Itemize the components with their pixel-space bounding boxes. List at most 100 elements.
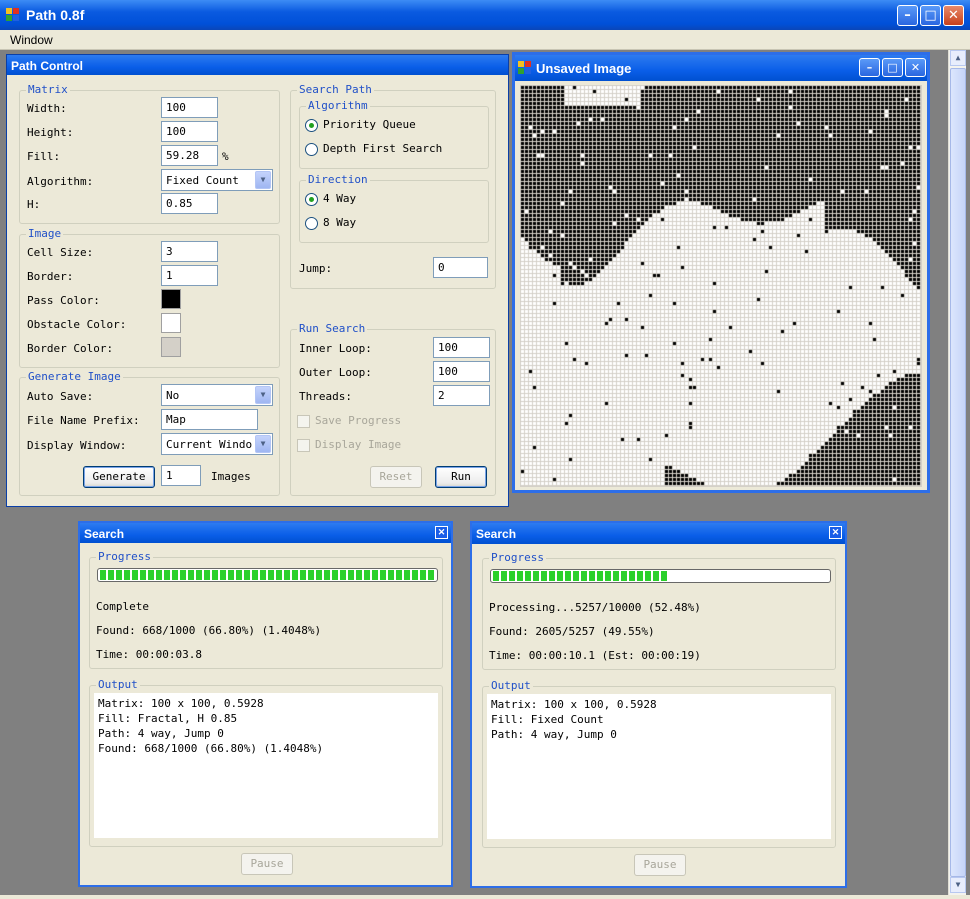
eight-way-label[interactable]: 8 Way <box>323 216 356 229</box>
pass-color-swatch[interactable] <box>161 289 181 309</box>
pause-button-2[interactable]: Pause <box>634 854 686 876</box>
width-label: Width: <box>27 102 67 115</box>
time-text-2: Time: 00:00:10.1 (Est: 00:00:19) <box>489 649 701 662</box>
fill-label: Fill: <box>27 150 61 163</box>
path-control-title: Path Control <box>11 59 83 73</box>
depth-first-label[interactable]: Depth First Search <box>323 142 442 155</box>
close-icon[interactable]: ✕ <box>829 526 842 539</box>
threads-input[interactable]: 2 <box>433 385 490 406</box>
auto-save-label: Auto Save: <box>27 390 94 403</box>
progress-legend-1: Progress <box>96 550 153 563</box>
four-way-radio[interactable] <box>305 193 318 206</box>
chevron-down-icon[interactable]: ▼ <box>255 386 271 404</box>
progress-fill-2 <box>493 571 669 581</box>
output-text-1[interactable]: Matrix: 100 x 100, 0.5928 Fill: Fractal,… <box>94 693 438 838</box>
matrix-legend: Matrix <box>26 83 70 96</box>
output-legend-1: Output <box>96 678 140 691</box>
search-path-legend: Search Path <box>297 83 374 96</box>
h-input[interactable]: 0.85 <box>161 193 218 214</box>
width-input[interactable]: 100 <box>161 97 218 118</box>
eight-way-radio[interactable] <box>305 217 318 230</box>
close-icon[interactable]: ✕ <box>943 5 964 26</box>
search-window-1-titlebar[interactable]: Search ✕ <box>80 523 451 543</box>
menu-window[interactable]: Window <box>10 33 53 47</box>
h-label: H: <box>27 198 41 211</box>
border-label: Border: <box>27 270 74 283</box>
time-text-1: Time: 00:00:03.8 <box>96 648 202 661</box>
maximize-icon[interactable]: □ <box>882 58 903 77</box>
progress-bar-2 <box>490 569 831 583</box>
found-text-1: Found: 668/1000 (66.80%) (1.4048%) <box>96 624 322 637</box>
image-window-icon <box>518 61 532 74</box>
maximize-icon[interactable]: □ <box>920 5 941 26</box>
menu-bar: Window <box>0 30 970 50</box>
display-window-select[interactable]: Current Windo ▼ <box>161 433 273 455</box>
run-button[interactable]: Run <box>435 466 487 488</box>
close-icon[interactable]: ✕ <box>905 58 926 77</box>
minimize-icon[interactable]: – <box>897 5 918 26</box>
algorithm-value: Fixed Count <box>166 174 239 187</box>
file-prefix-input[interactable]: Map <box>161 409 258 430</box>
auto-save-value: No <box>166 389 180 402</box>
threads-label: Threads: <box>299 390 352 403</box>
display-window-label: Display Window: <box>27 439 127 452</box>
minimize-icon[interactable]: – <box>859 58 880 77</box>
display-image-label[interactable]: Display Image <box>315 438 401 451</box>
image-window-titlebar[interactable]: Unsaved Image – □ ✕ <box>515 55 927 81</box>
search-window-2-title: Search <box>476 527 517 541</box>
algorithm-select[interactable]: Fixed Count ▼ <box>161 169 273 191</box>
progress-fill-1 <box>100 570 435 580</box>
search-algorithm-legend: Algorithm <box>306 99 370 112</box>
direction-group: Direction <box>299 174 489 243</box>
path-control-window: Path Control Matrix Width: 100 Height: 1… <box>6 54 509 507</box>
path-control-titlebar[interactable]: Path Control <box>7 55 508 75</box>
pass-color-label: Pass Color: <box>27 294 100 307</box>
scroll-thumb[interactable] <box>950 68 966 877</box>
jump-input[interactable]: 0 <box>433 257 488 278</box>
generate-button[interactable]: Generate <box>83 466 155 488</box>
height-label: Height: <box>27 126 74 139</box>
close-icon[interactable]: ✕ <box>435 526 448 539</box>
main-vertical-scrollbar[interactable]: ▲ ▼ <box>948 50 966 895</box>
pause-button-1[interactable]: Pause <box>241 853 293 875</box>
output-text-2[interactable]: Matrix: 100 x 100, 0.5928 Fill: Fixed Co… <box>487 694 831 839</box>
four-way-label[interactable]: 4 Way <box>323 192 356 205</box>
run-search-legend: Run Search <box>297 322 368 335</box>
border-color-swatch[interactable] <box>161 337 181 357</box>
image-legend: Image <box>26 227 64 240</box>
search-window-2: Search ✕ Progress Processing...5257/10000… <box>470 521 847 888</box>
scroll-down-icon[interactable]: ▼ <box>950 877 966 893</box>
fill-unit: % <box>222 150 229 163</box>
search-window-1: Search ✕ Progress Complete Found: 668/100… <box>78 521 453 887</box>
direction-legend: Direction <box>306 173 370 186</box>
chevron-down-icon[interactable]: ▼ <box>255 171 271 189</box>
inner-loop-input[interactable]: 100 <box>433 337 490 358</box>
chevron-down-icon[interactable]: ▼ <box>255 435 271 453</box>
found-text-2: Found: 2605/5257 (49.55%) <box>489 625 655 638</box>
border-input[interactable]: 1 <box>161 265 218 286</box>
save-progress-label[interactable]: Save Progress <box>315 414 401 427</box>
window-bottom-border <box>0 895 970 899</box>
auto-save-select[interactable]: No ▼ <box>161 384 273 406</box>
main-titlebar[interactable]: Path 0.8f – □ ✕ <box>0 0 970 30</box>
search-algorithm-group: Algorithm <box>299 100 489 169</box>
outer-loop-input[interactable]: 100 <box>433 361 490 382</box>
save-progress-checkbox[interactable] <box>297 415 310 428</box>
cell-size-input[interactable]: 3 <box>161 241 218 262</box>
image-count-input[interactable]: 1 <box>161 465 201 486</box>
priority-queue-radio[interactable] <box>305 119 318 132</box>
search-window-2-titlebar[interactable]: Search ✕ <box>472 523 845 544</box>
progress-legend-2: Progress <box>489 551 546 564</box>
generate-image-legend: Generate Image <box>26 370 123 383</box>
height-input[interactable]: 100 <box>161 121 218 142</box>
obstacle-color-swatch[interactable] <box>161 313 181 333</box>
depth-first-radio[interactable] <box>305 143 318 156</box>
priority-queue-label[interactable]: Priority Queue <box>323 118 416 131</box>
scroll-up-icon[interactable]: ▲ <box>950 50 966 66</box>
jump-label: Jump: <box>299 262 333 275</box>
display-image-checkbox[interactable] <box>297 439 310 452</box>
border-color-label: Border Color: <box>27 342 114 355</box>
reset-button[interactable]: Reset <box>370 466 422 488</box>
inner-loop-label: Inner Loop: <box>299 342 372 355</box>
fill-input[interactable]: 59.28 <box>161 145 218 166</box>
